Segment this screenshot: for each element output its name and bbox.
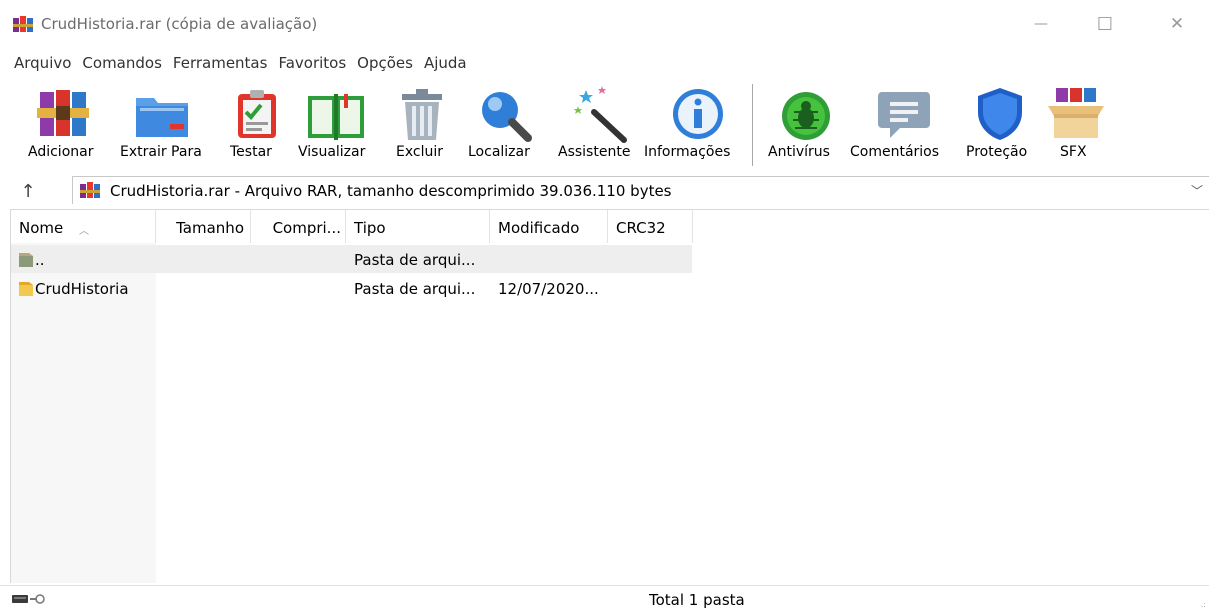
list-item-parent[interactable]: .. Pasta de arqui... <box>11 245 692 273</box>
maximize-icon: ☐ <box>1096 13 1114 35</box>
menu-favoritos[interactable]: Favoritos <box>278 54 346 72</box>
column-header-name[interactable]: Nome ︿ <box>11 210 156 243</box>
extract-to-label: Extrair Para <box>120 144 202 160</box>
bug-icon <box>782 92 830 140</box>
sfx-label: SFX <box>1060 144 1087 160</box>
find-button[interactable]: Localizar <box>468 80 534 172</box>
view-label: Visualizar <box>298 144 366 160</box>
wizard-label: Assistente <box>558 144 631 160</box>
test-button[interactable]: Testar <box>228 80 288 172</box>
shield-icon <box>978 88 1022 140</box>
close-icon: ✕ <box>1169 14 1185 34</box>
address-bar: ↑ CrudHistoria.rar - Arquivo RAR, tamanh… <box>0 174 1209 207</box>
column-header-packed-label: Compri... <box>272 219 341 237</box>
folder-icon <box>19 282 33 296</box>
antivirus-button[interactable]: Antivírus <box>768 80 836 172</box>
drive-key-icon <box>12 594 45 604</box>
sfx-box-icon <box>1048 88 1104 138</box>
sfx-button[interactable]: SFX <box>1046 80 1106 172</box>
antivirus-label: Antivírus <box>768 144 830 160</box>
minimize-button[interactable]: — <box>1018 0 1064 48</box>
info-button[interactable]: Informações <box>644 80 730 172</box>
delete-button[interactable]: Excluir <box>392 80 452 172</box>
list-item-modified <box>498 245 606 273</box>
menu-ajuda[interactable]: Ajuda <box>424 54 467 72</box>
minimize-icon: — <box>1034 16 1048 32</box>
test-label: Testar <box>230 144 272 160</box>
column-header-size[interactable]: Tamanho <box>156 210 251 243</box>
address-path-field[interactable]: CrudHistoria.rar - Arquivo RAR, tamanho … <box>72 176 1209 204</box>
list-item-modified: 12/07/2020... <box>498 280 599 298</box>
list-item-crc <box>616 274 691 302</box>
list-item-folder[interactable]: CrudHistoria Pasta de arqui... 12/07/202… <box>11 274 692 302</box>
status-text: Total 1 pasta <box>649 591 745 609</box>
up-one-level-button[interactable]: ↑ <box>16 179 40 203</box>
file-list: Nome ︿ Tamanho Compri... Tipo Modificado… <box>10 209 1209 583</box>
list-item-type: Pasta de arqui... <box>354 251 476 269</box>
winrar-app-icon <box>13 16 33 32</box>
list-item-name: CrudHistoria <box>35 280 129 298</box>
list-item-packed <box>251 245 342 273</box>
column-header-type[interactable]: Tipo <box>346 210 490 243</box>
list-item-size <box>156 274 245 302</box>
menu-bar: Arquivo Comandos Ferramentas Favoritos O… <box>0 48 1209 78</box>
column-header-row: Nome ︿ Tamanho Compri... Tipo Modificado… <box>11 210 1209 243</box>
list-item-type: Pasta de arqui... <box>354 280 476 298</box>
column-header-packed[interactable]: Compri... <box>251 210 346 243</box>
magic-wand-icon <box>574 86 627 143</box>
column-header-modified[interactable]: Modificado <box>490 210 608 243</box>
column-header-name-label: Nome <box>19 219 64 237</box>
close-button[interactable]: ✕ <box>1154 0 1200 48</box>
info-label: Informações <box>644 144 731 160</box>
column-header-modified-label: Modificado <box>498 219 580 237</box>
maximize-button[interactable]: ☐ <box>1082 0 1128 48</box>
books-add-icon <box>37 90 89 136</box>
list-item-size <box>156 245 245 273</box>
list-item-crc <box>616 245 691 273</box>
menu-arquivo[interactable]: Arquivo <box>14 54 71 72</box>
window-title: CrudHistoria.rar (cópia de avaliação) <box>41 15 318 33</box>
toolbar-separator <box>752 84 753 166</box>
trash-icon <box>402 89 442 140</box>
column-header-crc32[interactable]: CRC32 <box>608 210 693 243</box>
wizard-button[interactable]: Assistente <box>558 80 630 172</box>
resize-grip-icon[interactable]: .: <box>1201 600 1206 609</box>
comments-button[interactable]: Comentários <box>850 80 939 172</box>
rar-archive-icon <box>80 181 100 198</box>
status-bar: Total 1 pasta .: <box>0 585 1209 612</box>
folder-up-icon <box>19 253 33 267</box>
comments-label: Comentários <box>850 144 940 160</box>
folder-extract-icon <box>136 98 188 137</box>
find-label: Localizar <box>468 144 530 160</box>
comment-icon <box>878 92 930 138</box>
column-header-size-label: Tamanho <box>176 219 244 237</box>
title-bar: CrudHistoria.rar (cópia de avaliação) — … <box>0 0 1209 48</box>
chevron-down-icon[interactable]: ﹀ <box>1191 182 1203 199</box>
extract-to-button[interactable]: Extrair Para <box>120 80 202 172</box>
menu-opcoes[interactable]: Opções <box>357 54 413 72</box>
protection-button[interactable]: Proteção <box>966 80 1030 172</box>
column-header-type-label: Tipo <box>354 219 386 237</box>
column-header-crc32-label: CRC32 <box>616 219 666 237</box>
list-item-name: .. <box>35 251 45 269</box>
menu-comandos[interactable]: Comandos <box>82 54 161 72</box>
delete-label: Excluir <box>396 144 443 160</box>
info-icon <box>673 89 723 139</box>
clipboard-check-icon <box>238 90 276 138</box>
list-item-packed <box>251 274 342 302</box>
protection-label: Proteção <box>966 144 1028 160</box>
address-text: CrudHistoria.rar - Arquivo RAR, tamanho … <box>110 181 672 200</box>
magnifier-icon <box>482 92 532 142</box>
add-label: Adicionar <box>28 144 94 160</box>
menu-ferramentas[interactable]: Ferramentas <box>173 54 268 72</box>
open-book-icon <box>308 94 364 140</box>
arrow-up-icon: ↑ <box>20 180 36 202</box>
view-button[interactable]: Visualizar <box>298 80 366 172</box>
add-button[interactable]: Adicionar <box>28 80 94 172</box>
